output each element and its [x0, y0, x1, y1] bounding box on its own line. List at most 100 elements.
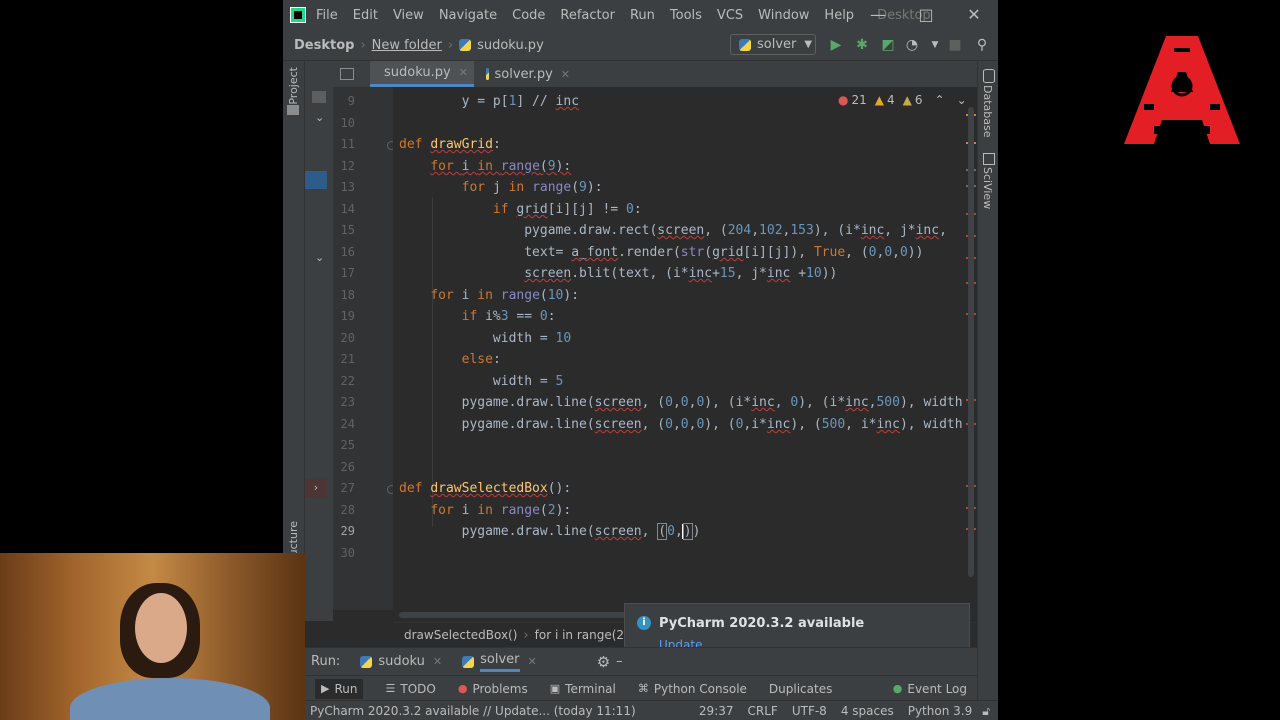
tab-solver-py[interactable]: solver.py ✕: [478, 61, 578, 87]
code-editor[interactable]: y = p[1] // inc def drawGrid: for i in r…: [393, 87, 965, 610]
python-interpreter[interactable]: Python 3.9: [908, 704, 973, 718]
terminal-tool-button[interactable]: ▣ Terminal: [550, 682, 616, 696]
profile-dropdown-icon[interactable]: ▼: [927, 37, 943, 53]
breadcrumb-loop[interactable]: for i in range(2): [535, 628, 629, 642]
right-tool-stripe: Database SciView: [977, 61, 998, 701]
debug-icon[interactable]: ✱: [854, 37, 870, 53]
python-file-icon: [486, 68, 489, 80]
menu-edit[interactable]: Edit: [353, 8, 378, 23]
coverage-icon[interactable]: ◩: [880, 37, 896, 53]
play-icon: ▶: [321, 682, 330, 695]
chevron-up-icon[interactable]: ⌃: [935, 93, 945, 107]
database-tool-button[interactable]: Database: [981, 85, 994, 138]
todo-tool-button[interactable]: ☰ TODO: [385, 682, 435, 696]
tool-window-bar: ▶ Run ☰ TODO ● Problems ▣ Terminal ⌘ Pyt…: [305, 675, 977, 701]
line-number: 16: [340, 245, 355, 259]
chevron-down-icon[interactable]: ⌄: [315, 111, 324, 124]
scrollbar-thumb[interactable]: [968, 107, 974, 577]
menu-help[interactable]: Help: [824, 8, 854, 23]
line-number-current: 29: [340, 524, 355, 538]
line-number: 17: [340, 266, 355, 280]
weak-warning-icon: ▲: [902, 93, 912, 107]
file-encoding[interactable]: UTF-8: [792, 704, 827, 718]
project-tool-button[interactable]: Project: [287, 67, 300, 105]
menu-run[interactable]: Run: [630, 8, 655, 23]
crumb-new-folder[interactable]: New folder: [372, 38, 442, 53]
close-tab-icon[interactable]: ✕: [459, 66, 468, 79]
editor-scrollbar[interactable]: [965, 87, 977, 610]
line-number: 21: [340, 352, 355, 366]
run-tab-solver[interactable]: solver: [480, 652, 520, 672]
line-number: 20: [340, 331, 355, 345]
minimize-panel-icon[interactable]: –: [616, 654, 623, 669]
close-tab-icon[interactable]: ✕: [528, 655, 537, 668]
duplicates-label: Duplicates: [768, 681, 833, 696]
code-line-20: width = 10: [399, 331, 572, 346]
chevron-right-icon[interactable]: ›: [305, 479, 327, 497]
code-line-13: for j in range(9):: [461, 180, 603, 195]
menu-code[interactable]: Code: [512, 8, 545, 23]
tab-list-icon[interactable]: [333, 61, 360, 87]
run-tool-button[interactable]: ▶ Run: [315, 678, 364, 699]
code-line-19: if i%3 == 0:: [461, 309, 556, 324]
code-line-24: pygame.draw.line(screen, (0,0,0), (0,i*i…: [399, 417, 963, 432]
caret-position[interactable]: 29:37: [699, 704, 734, 718]
run-tool-label: Run: [334, 681, 358, 696]
sciview-tool-button[interactable]: SciView: [981, 167, 994, 209]
run-icon[interactable]: ▶: [828, 37, 844, 53]
crumb-separator: ›: [523, 627, 529, 643]
duplicates-tool-button[interactable]: Duplicates: [769, 682, 832, 696]
menu-tools[interactable]: Tools: [670, 8, 702, 23]
editor-tab-bar: sudoku.py ✕ solver.py ✕: [333, 61, 977, 88]
close-tab-icon[interactable]: ✕: [561, 68, 570, 81]
python-icon: [739, 38, 751, 51]
line-number-gutter: 9 10 11 12 13 14 15 16 17 18 19 20 21 22…: [333, 87, 396, 610]
terminal-label: Terminal: [565, 681, 616, 696]
status-message[interactable]: PyCharm 2020.3.2 available // Update... …: [310, 704, 636, 718]
code-line-16: text= a_font.render(str(grid[i][j]), Tru…: [399, 245, 924, 260]
breadcrumb-function[interactable]: drawSelectedBox(): [404, 628, 517, 642]
profile-icon[interactable]: ◔: [904, 37, 920, 53]
line-number: 22: [340, 374, 355, 388]
todo-label: TODO: [400, 681, 436, 696]
maximize-icon[interactable]: □: [903, 0, 949, 30]
inspection-widget[interactable]: ● 21 ▲ 4 ▲ 6 ⌃ ⌄: [838, 93, 967, 107]
project-panel-edge: ⌄ ⌄ ›: [305, 61, 333, 621]
minimize-icon[interactable]: —: [855, 0, 901, 30]
python-console-tool-button[interactable]: ⌘ Python Console: [638, 682, 747, 696]
indent-setting[interactable]: 4 spaces: [841, 704, 894, 718]
close-tab-icon[interactable]: ✕: [433, 655, 442, 668]
gear-icon[interactable]: ⚙: [597, 653, 610, 671]
line-separator[interactable]: CRLF: [748, 704, 778, 718]
run-config-select[interactable]: solver ▼: [730, 34, 816, 55]
line-number: 26: [340, 460, 355, 474]
menu-view[interactable]: View: [393, 8, 424, 23]
crumb-sudoku-py[interactable]: sudoku.py: [477, 38, 544, 53]
menu-navigate[interactable]: Navigate: [439, 8, 497, 23]
search-icon[interactable]: ⚲: [974, 37, 990, 53]
stop-icon: ■: [948, 37, 962, 53]
event-log-button[interactable]: ● Event Log: [893, 682, 967, 696]
run-label: Run:: [311, 654, 341, 669]
line-number: 11: [340, 137, 355, 151]
menu-window[interactable]: Window: [758, 8, 809, 23]
code-line-15: pygame.draw.rect(screen, (204,102,153), …: [399, 223, 947, 238]
database-icon: [983, 69, 995, 83]
list-icon: ☰: [385, 682, 396, 695]
chevron-down-icon[interactable]: ⌄: [315, 251, 324, 264]
problems-tool-button[interactable]: ● Problems: [458, 682, 528, 696]
run-tab-sudoku[interactable]: sudoku: [378, 654, 425, 669]
chevron-down-icon: ▼: [804, 39, 813, 50]
line-number: 14: [340, 202, 355, 216]
lock-icon[interactable]: 🔓︎: [982, 704, 990, 719]
menu-refactor[interactable]: Refactor: [560, 8, 615, 23]
status-bar: PyCharm 2020.3.2 available // Update... …: [283, 700, 998, 720]
python-file-icon: [459, 39, 472, 51]
crumb-desktop[interactable]: Desktop: [294, 38, 354, 53]
event-log-icon: ●: [892, 682, 903, 695]
menu-file[interactable]: File: [316, 8, 338, 23]
menu-vcs[interactable]: VCS: [717, 8, 743, 23]
line-number: 24: [340, 417, 355, 431]
close-icon[interactable]: ✕: [951, 0, 997, 30]
tab-sudoku-py[interactable]: sudoku.py ✕: [370, 61, 474, 87]
